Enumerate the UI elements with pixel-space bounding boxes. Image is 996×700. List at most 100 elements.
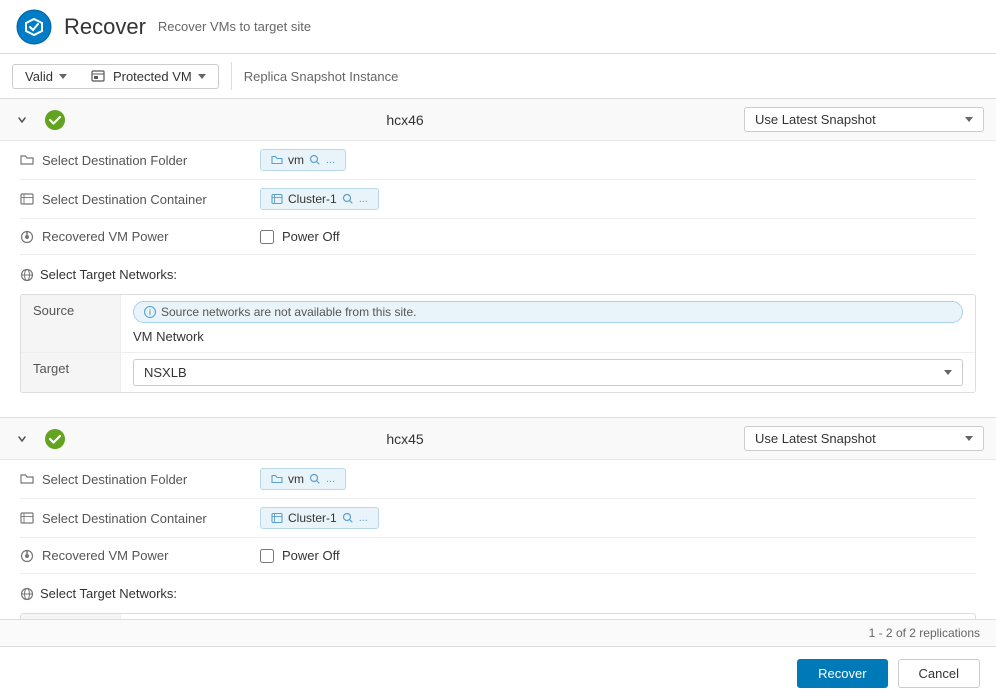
filter-valid-label: Valid <box>25 69 53 84</box>
vm1-source-label: Source <box>21 295 121 352</box>
vm2-source-label: Source <box>21 614 121 619</box>
vm2-dest-container-value: Cluster-1 ... <box>260 499 976 537</box>
vm1-snapshot-value: Use Latest Snapshot <box>755 112 876 127</box>
filter-valid[interactable]: Valid <box>12 64 79 89</box>
filter-separator <box>231 62 232 90</box>
vm2-dest-folder-row: Select Destination Folder vm <box>20 460 976 499</box>
recover-button[interactable]: Recover <box>797 659 887 688</box>
vm1-networks-table: Source i Source networks are not availab… <box>20 294 976 393</box>
filter-protected-vm[interactable]: Protected VM <box>79 64 219 89</box>
vm1-network-target-row: Target NSXLB <box>21 353 975 392</box>
folder-icon-2 <box>20 472 34 486</box>
replica-snapshot-label: Replica Snapshot Instance <box>244 69 399 84</box>
vm1-target-select[interactable]: NSXLB <box>133 359 963 386</box>
vm1-power-value: Power Off <box>260 221 976 252</box>
vm2-power-checkbox[interactable] <box>260 549 274 563</box>
vm1-folder-search-icon <box>309 154 321 166</box>
folder-tag-icon <box>271 154 283 166</box>
vm2-container-tag[interactable]: Cluster-1 ... <box>260 507 379 529</box>
vm1-details: Select Destination Folder vm <box>0 141 996 417</box>
info-icon: i <box>144 306 156 318</box>
cluster-tag-icon <box>271 193 283 205</box>
power-icon-2 <box>20 549 34 563</box>
cluster-tag-icon-2 <box>271 512 283 524</box>
vm2-power-checkbox-wrap: Power Off <box>260 548 340 563</box>
check-circle-icon <box>44 109 66 131</box>
vm1-source-info-text: Source networks are not available from t… <box>161 305 416 319</box>
vm-header-row-2: hcx45 Use Latest Snapshot <box>0 418 996 460</box>
vm1-dest-container-value: Cluster-1 ... <box>260 180 976 218</box>
chevron-down-icon-2 <box>17 434 27 444</box>
svg-text:i: i <box>149 308 151 317</box>
vm2-power-text: Power Off <box>282 548 340 563</box>
vm1-snapshot-chevron <box>965 117 973 122</box>
vm2-networks-table: Source i Source networks are not availab… <box>20 613 976 619</box>
vm1-networks-section: Select Target Networks: Source i <box>20 263 976 401</box>
vm1-status-icon <box>44 109 66 131</box>
page-title: Recover <box>64 14 146 40</box>
vm2-folder-name: vm <box>288 472 304 486</box>
power-icon <box>20 230 34 244</box>
folder-tag-icon-2 <box>271 473 283 485</box>
vm1-target-network-name: NSXLB <box>144 365 187 380</box>
vm1-container-search-icon <box>342 193 354 205</box>
vm2-dest-folder-value: vm ... <box>260 460 976 498</box>
vm1-expand-chevron[interactable] <box>12 110 32 130</box>
vm1-folder-tag[interactable]: vm ... <box>260 149 346 171</box>
vm1-dest-container-row: Select Destination Container Cluster-1 <box>20 180 976 219</box>
vm2-name: hcx45 <box>78 431 732 447</box>
vm-list-scroll[interactable]: hcx46 Use Latest Snapshot Select Destina… <box>0 99 996 619</box>
vm-header-row-1: hcx46 Use Latest Snapshot <box>0 99 996 141</box>
app-header: Recover Recover VMs to target site <box>0 0 996 54</box>
vm2-dest-folder-label: Select Destination Folder <box>20 464 260 495</box>
vm1-power-label: Recovered VM Power <box>20 221 260 252</box>
vm-section-1: hcx46 Use Latest Snapshot Select Destina… <box>0 99 996 418</box>
filter-valid-chevron <box>59 74 67 79</box>
vm1-source-info-tag: i Source networks are not available from… <box>133 301 963 323</box>
vm2-power-value: Power Off <box>260 540 976 571</box>
vm1-container-name: Cluster-1 <box>288 192 337 206</box>
folder-icon <box>20 153 34 167</box>
vm1-source-detail: VM Network <box>133 327 963 346</box>
vm1-dest-folder-row: Select Destination Folder vm <box>20 141 976 180</box>
vm1-dest-container-label: Select Destination Container <box>20 184 260 215</box>
vm2-expand-chevron[interactable] <box>12 429 32 449</box>
vm2-folder-tag[interactable]: vm ... <box>260 468 346 490</box>
vm2-details: Select Destination Folder vm <box>0 460 996 619</box>
vm2-snapshot-value: Use Latest Snapshot <box>755 431 876 446</box>
vm1-power-checkbox[interactable] <box>260 230 274 244</box>
vm2-folder-dots: ... <box>326 473 335 485</box>
container-icon-2 <box>20 511 34 525</box>
vm1-snapshot-select[interactable]: Use Latest Snapshot <box>744 107 984 132</box>
vm1-folder-dots: ... <box>326 154 335 166</box>
vm2-folder-search-icon <box>309 473 321 485</box>
vm2-status-icon <box>44 428 66 450</box>
app-logo <box>16 9 52 45</box>
vm1-networks-title: Select Target Networks: <box>20 263 976 286</box>
vm2-power-label: Recovered VM Power <box>20 540 260 571</box>
vm1-target-chevron <box>944 370 952 375</box>
status-bar: 1 - 2 of 2 replications <box>0 619 996 646</box>
filter-protected-vm-chevron <box>198 74 206 79</box>
vm2-snapshot-select[interactable]: Use Latest Snapshot <box>744 426 984 451</box>
vm1-container-tag[interactable]: Cluster-1 ... <box>260 188 379 210</box>
filter-protected-vm-label: Protected VM <box>113 69 192 84</box>
vm1-dest-folder-label: Select Destination Folder <box>20 145 260 176</box>
container-icon <box>20 192 34 206</box>
vm2-source-value: i Source networks are not available from… <box>121 614 975 619</box>
chevron-down-icon <box>17 115 27 125</box>
vm2-snapshot-chevron <box>965 436 973 441</box>
check-circle-icon-2 <box>44 428 66 450</box>
vm2-power-row: Recovered VM Power Power Off <box>20 538 976 574</box>
vm2-dest-container-row: Select Destination Container Cluster-1 <box>20 499 976 538</box>
protected-vm-icon <box>91 69 105 83</box>
vm1-network-source-row: Source i Source networks are not availab… <box>21 295 975 353</box>
main-content: Valid Protected VM Replica Snapshot Inst… <box>0 54 996 646</box>
vm2-dest-container-label: Select Destination Container <box>20 503 260 534</box>
cancel-button[interactable]: Cancel <box>898 659 980 688</box>
vm1-power-row: Recovered VM Power Power Off <box>20 219 976 255</box>
vm1-power-checkbox-wrap: Power Off <box>260 229 340 244</box>
vm1-source-value: i Source networks are not available from… <box>121 295 975 352</box>
vm1-container-dots: ... <box>359 193 368 205</box>
network-icon <box>20 268 34 282</box>
